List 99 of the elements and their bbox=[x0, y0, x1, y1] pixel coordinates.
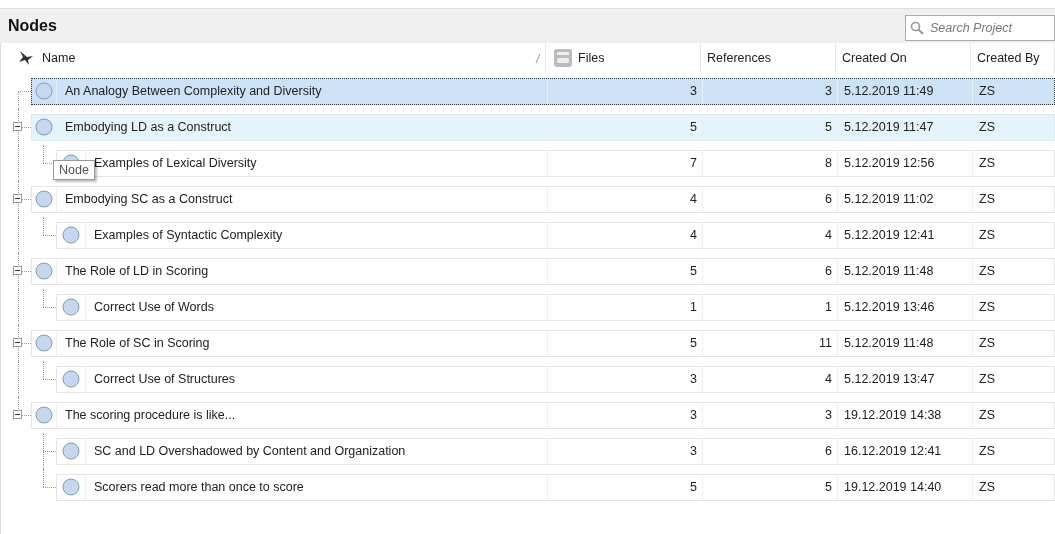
files-cell: 5 bbox=[547, 474, 702, 500]
node-icon bbox=[62, 442, 80, 460]
references-cell: 3 bbox=[702, 78, 837, 104]
date-cell: 5.12.2019 11:49 bbox=[837, 78, 972, 104]
creator-cell: ZS bbox=[972, 186, 1054, 212]
tree-row[interactable]: Embodying LD as a Construct 5 5 5.12.2019 11:47 ZS bbox=[31, 113, 1055, 141]
node-icon bbox=[62, 226, 80, 244]
references-cell: 6 bbox=[702, 258, 837, 284]
collapse-icon[interactable] bbox=[13, 338, 22, 347]
files-cell: 3 bbox=[547, 78, 702, 104]
references-cell: 4 bbox=[702, 366, 837, 392]
files-icon bbox=[552, 48, 574, 68]
node-name: The Role of LD in Scoring bbox=[64, 264, 210, 278]
date-cell: 19.12.2019 14:40 bbox=[837, 474, 972, 500]
tree-row[interactable]: Embodying SC as a Construct 4 6 5.12.2019 11:02 ZS bbox=[31, 185, 1055, 213]
files-cell: 3 bbox=[547, 438, 702, 464]
files-cell: 4 bbox=[547, 186, 702, 212]
files-cell: 4 bbox=[547, 222, 702, 248]
node-icon bbox=[35, 406, 53, 424]
node-icon bbox=[35, 262, 53, 280]
tree-row[interactable]: An Analogy Between Complexity and Diversity 3 3 5.12.2019 11:49 ZS bbox=[31, 77, 1055, 105]
node-name: Correct Use of Structures bbox=[93, 372, 236, 386]
creator-cell: ZS bbox=[972, 150, 1054, 176]
node-name: Examples of Syntactic Complexity bbox=[93, 228, 284, 242]
creator-cell: ZS bbox=[972, 222, 1054, 248]
files-cell: 5 bbox=[547, 114, 702, 140]
node-name: Embodying LD as a Construct bbox=[64, 120, 233, 134]
tree-row[interactable]: The Role of LD in Scoring 5 6 5.12.2019 11:48 ZS bbox=[31, 257, 1055, 285]
collapse-icon[interactable] bbox=[13, 266, 22, 275]
tooltip: Node bbox=[53, 160, 95, 180]
files-cell: 1 bbox=[547, 294, 702, 320]
column-header[interactable]: Name bbox=[42, 51, 76, 65]
references-cell: 11 bbox=[702, 330, 837, 356]
references-cell: 6 bbox=[702, 186, 837, 212]
tree-row[interactable]: Scorers read more than once to score 5 5 19.12.2019 14:40 ZS bbox=[56, 473, 1055, 501]
search-field[interactable]: Search Project bbox=[905, 15, 1055, 41]
sort-indicator-icon bbox=[535, 53, 541, 63]
panel-title: Nodes bbox=[8, 17, 57, 35]
creator-cell: ZS bbox=[972, 294, 1054, 320]
references-cell: 1 bbox=[702, 294, 837, 320]
files-cell: 3 bbox=[547, 366, 702, 392]
column-header[interactable]: Created On bbox=[842, 51, 907, 65]
creator-cell: ZS bbox=[972, 258, 1054, 284]
references-cell: 3 bbox=[702, 402, 837, 428]
tree-row[interactable]: SC and LD Overshadowed by Content and Organization 3 6 16.12.2019 12:41 ZS bbox=[56, 437, 1055, 465]
node-name: Examples of Lexical Diversity bbox=[93, 156, 258, 170]
files-cell: 5 bbox=[547, 258, 702, 284]
creator-cell: ZS bbox=[972, 366, 1054, 392]
pin-icon bbox=[18, 50, 34, 66]
node-name: The scoring procedure is like... bbox=[64, 408, 237, 422]
node-name: Embodying SC as a Construct bbox=[64, 192, 234, 206]
creator-cell: ZS bbox=[972, 474, 1054, 500]
references-cell: 5 bbox=[702, 114, 837, 140]
date-cell: 5.12.2019 11:48 bbox=[837, 330, 972, 356]
date-cell: 5.12.2019 12:56 bbox=[837, 150, 972, 176]
date-cell: 5.12.2019 13:46 bbox=[837, 294, 972, 320]
files-cell: 3 bbox=[547, 402, 702, 428]
column-header[interactable]: Files bbox=[578, 51, 605, 65]
date-cell: 5.12.2019 11:02 bbox=[837, 186, 972, 212]
node-icon bbox=[62, 298, 80, 316]
node-name: An Analogy Between Complexity and Diversity bbox=[64, 84, 323, 98]
node-icon bbox=[35, 334, 53, 352]
node-icon bbox=[62, 478, 80, 496]
references-cell: 8 bbox=[702, 150, 837, 176]
references-cell: 5 bbox=[702, 474, 837, 500]
date-cell: 5.12.2019 13:47 bbox=[837, 366, 972, 392]
date-cell: 5.12.2019 11:48 bbox=[837, 258, 972, 284]
node-name: Scorers read more than once to score bbox=[93, 480, 305, 494]
node-icon bbox=[35, 118, 53, 136]
creator-cell: ZS bbox=[972, 438, 1054, 464]
node-icon bbox=[35, 190, 53, 208]
references-cell: 4 bbox=[702, 222, 837, 248]
node-name: SC and LD Overshadowed by Content and Organization bbox=[93, 444, 407, 458]
node-name: Correct Use of Words bbox=[93, 300, 215, 314]
collapse-icon[interactable] bbox=[13, 122, 22, 131]
search-icon bbox=[910, 21, 924, 35]
creator-cell: ZS bbox=[972, 402, 1054, 428]
creator-cell: ZS bbox=[972, 330, 1054, 356]
column-header[interactable]: Created By bbox=[977, 51, 1040, 65]
date-cell: 5.12.2019 12:41 bbox=[837, 222, 972, 248]
tree-row[interactable]: The Role of SC in Scoring 5 11 5.12.2019 11:48 ZS bbox=[31, 329, 1055, 357]
date-cell: 16.12.2019 12:41 bbox=[837, 438, 972, 464]
tree-row[interactable]: Correct Use of Structures 3 4 5.12.2019 13:47 ZS bbox=[56, 365, 1055, 393]
node-icon bbox=[62, 370, 80, 388]
collapse-icon[interactable] bbox=[13, 410, 22, 419]
date-cell: 19.12.2019 14:38 bbox=[837, 402, 972, 428]
node-name: The Role of SC in Scoring bbox=[64, 336, 211, 350]
tree-row[interactable]: Examples of Syntactic Complexity 4 4 5.12.2019 12:41 ZS bbox=[56, 221, 1055, 249]
column-header[interactable]: References bbox=[707, 51, 771, 65]
references-cell: 6 bbox=[702, 438, 837, 464]
tree-row[interactable]: Correct Use of Words 1 1 5.12.2019 13:46 ZS bbox=[56, 293, 1055, 321]
creator-cell: ZS bbox=[972, 114, 1054, 140]
tree-row[interactable]: The scoring procedure is like... 3 3 19.12.2019 14:38 ZS bbox=[31, 401, 1055, 429]
collapse-icon[interactable] bbox=[13, 194, 22, 203]
node-icon bbox=[35, 82, 53, 100]
date-cell: 5.12.2019 11:47 bbox=[837, 114, 972, 140]
creator-cell: ZS bbox=[972, 78, 1054, 104]
files-cell: 7 bbox=[547, 150, 702, 176]
files-cell: 5 bbox=[547, 330, 702, 356]
